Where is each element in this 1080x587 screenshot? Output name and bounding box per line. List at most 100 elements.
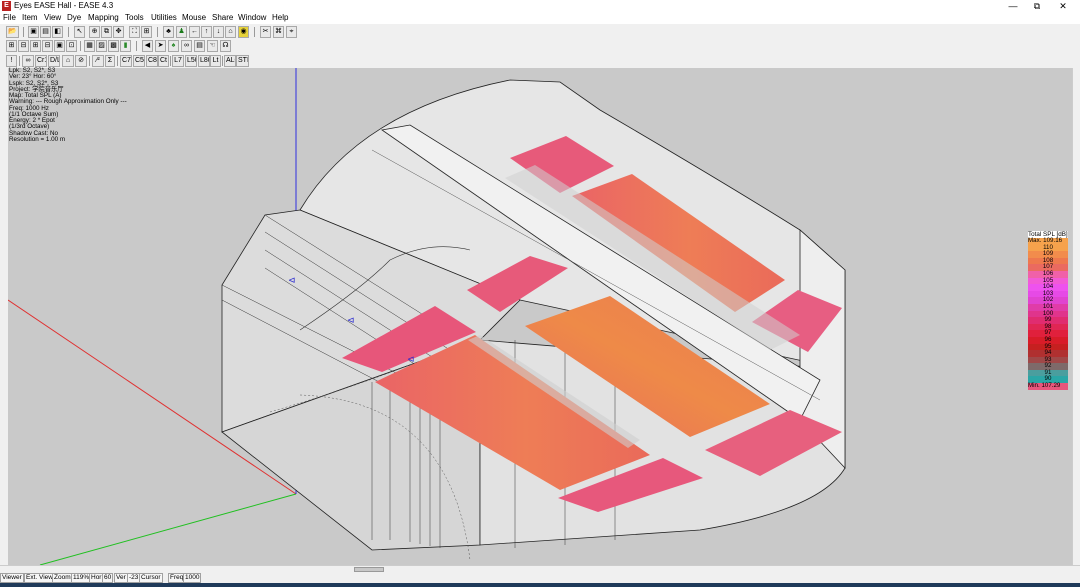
view-top-icon[interactable]: ⊞ (30, 40, 41, 52)
view-side-icon[interactable]: ⊟ (18, 40, 29, 52)
vertical-scrollbar[interactable] (1072, 68, 1080, 565)
pan-icon[interactable]: ⧉ (101, 26, 112, 38)
mapping-button-slope[interactable]: ∕² (92, 55, 104, 67)
pick-icon[interactable]: ⌖ (286, 26, 297, 38)
3d-viewport[interactable]: ⊲ ⊲ ⊲ (8, 68, 1072, 565)
grid-icon[interactable]: ⊞ (141, 26, 152, 38)
menu-utilities[interactable]: Utilities (151, 13, 177, 22)
photo-icon[interactable]: ▤ (194, 40, 205, 52)
view-camera-icon[interactable]: ▦ (84, 40, 95, 52)
speaker-marker[interactable]: ⊲ (347, 316, 355, 326)
arrow-icon[interactable]: ➤ (155, 40, 166, 52)
view-info-panel: Lpk: S2, S2*, S3 Ver: 23° Hor: 60° Lspk:… (9, 67, 127, 143)
menu-tools[interactable]: Tools (125, 13, 144, 22)
svg-text:⊲: ⊲ (407, 355, 415, 365)
menu-help[interactable]: Help (272, 13, 288, 22)
view-iso-icon[interactable]: ⊟ (42, 40, 53, 52)
mapping-button-c50[interactable]: C50 (133, 55, 145, 67)
menu-mouse[interactable]: Mouse (182, 13, 206, 22)
menu-dye[interactable]: Dye (67, 13, 81, 22)
plant-icon[interactable]: ♠ (168, 40, 179, 52)
copy-icon[interactable]: ◧ (52, 26, 63, 38)
arrow-up-icon[interactable]: ↑ (201, 26, 212, 38)
speaker-icon[interactable]: ◀ (142, 40, 153, 52)
minimize-button[interactable]: — (1000, 0, 1026, 12)
pointer-icon[interactable]: ↖ (74, 26, 85, 38)
mapping-button-link[interactable]: ∞ (22, 55, 34, 67)
menu-view[interactable]: View (44, 13, 61, 22)
horizontal-scrollbar[interactable] (0, 565, 1080, 573)
mapping-button-alc[interactable]: ALC (224, 55, 236, 67)
status-ext-view: Ext. View (24, 573, 55, 583)
svg-text:⊲: ⊲ (347, 316, 355, 326)
toolbar-separator (117, 56, 118, 66)
status-ver-label: Ver (114, 573, 128, 583)
speaker-marker[interactable]: ⊲ (288, 276, 296, 286)
toolbar-separator (157, 27, 158, 37)
legend-max-label: Max. (1028, 237, 1042, 244)
dye-icon[interactable]: ⌘ (273, 26, 284, 38)
legend-min-label: Min. (1028, 382, 1040, 390)
info-line: Resolution = 1.00 m (9, 135, 66, 143)
bar-icon[interactable]: ▮ (120, 40, 131, 52)
hall-model-drawing[interactable]: ⊲ ⊲ ⊲ (8, 68, 1072, 565)
walker-icon[interactable]: ♟ (176, 26, 187, 38)
view-box-icon[interactable]: ▣ (54, 40, 65, 52)
view-persp-icon[interactable]: ⊡ (66, 40, 77, 52)
menu-mapping[interactable]: Mapping (88, 13, 119, 22)
link-icon[interactable]: ∞ (181, 40, 192, 52)
mapping-button-l7[interactable]: L7 (172, 55, 184, 67)
shade-icon[interactable]: ▨ (96, 40, 107, 52)
render-icon[interactable]: ◉ (238, 26, 249, 38)
zoom-window-icon[interactable]: ✥ (113, 26, 124, 38)
toolbar-separator (23, 27, 24, 37)
mapping-button-ct[interactable]: Ct (158, 55, 169, 67)
mapping-button-dl[interactable]: D/L (48, 55, 60, 67)
hand-icon[interactable]: ☜ (207, 40, 218, 52)
horizontal-scroll-thumb[interactable] (354, 567, 384, 572)
arrow-left-icon[interactable]: ← (189, 26, 200, 38)
mapping-button-sti[interactable]: STI (236, 55, 249, 67)
restore-button[interactable]: ⧉ (1024, 0, 1050, 12)
toolbar-main: 📂 ▣ ▤ ◧ ↖ ⊕ ⧉ ✥ ⛶ ⊞ ♣ ♟ ← ↑ ↓ ⌂ ◉ ✂ ⌘ ⌖ (0, 25, 1080, 39)
close-button[interactable]: ✕ (1050, 0, 1076, 12)
mapping-button-l50[interactable]: L50 (185, 55, 197, 67)
mapping-button-lt[interactable]: Lt (210, 55, 221, 67)
mapping-button-no[interactable]: ⊘ (75, 55, 87, 67)
open-icon[interactable]: 📂 (6, 26, 19, 38)
scissors-icon[interactable]: ✂ (260, 26, 271, 38)
toolbar-separator (136, 41, 137, 51)
ear-icon[interactable]: ☊ (220, 40, 231, 52)
status-hor-value: 60 (102, 573, 114, 583)
menu-file[interactable]: File (3, 13, 16, 22)
house-icon[interactable]: ⌂ (225, 26, 236, 38)
menu-bar: File Item View Dye Mapping Tools Utiliti… (0, 12, 1080, 24)
toolbar-separator (68, 27, 69, 37)
zoom-fit-icon[interactable]: ⛶ (129, 26, 140, 38)
menu-share[interactable]: Share (212, 13, 233, 22)
print-icon[interactable]: ▤ (40, 26, 51, 38)
mapping-button-l80[interactable]: L80 (198, 55, 210, 67)
toolbar-separator (19, 56, 20, 66)
menu-item[interactable]: Item (22, 13, 38, 22)
toolbar-separator (89, 56, 90, 66)
status-freq-value: 1000 (183, 573, 202, 583)
speaker-marker[interactable]: ⊲ (407, 355, 415, 365)
mapping-button-c80[interactable]: C80 (146, 55, 158, 67)
toolbar-separator (222, 56, 223, 66)
mapping-button-sum[interactable]: Σ (105, 55, 115, 67)
window-title: Eyes EASE Hall - EASE 4.3 (14, 1, 114, 10)
status-zoom-label: Zoom (52, 573, 73, 583)
arrow-down-icon[interactable]: ↓ (213, 26, 224, 38)
mapping-button-house[interactable]: ⌂ (62, 55, 74, 67)
toolbar-mapping: ! ∞ Cr1 D/L ⌂ ⊘ ∕² Σ C7 C50 C80 Ct L7 L5… (0, 54, 1080, 68)
view-front-icon[interactable]: ⊞ (6, 40, 17, 52)
save-icon[interactable]: ▣ (28, 26, 39, 38)
mapping-button-alert[interactable]: ! (6, 55, 17, 67)
mapping-button-cr1[interactable]: Cr1 (35, 55, 47, 67)
wire-icon[interactable]: ▩ (108, 40, 119, 52)
menu-window[interactable]: Window (238, 13, 266, 22)
move-icon[interactable]: ⊕ (89, 26, 100, 38)
mapping-button-c7[interactable]: C7 (120, 55, 132, 67)
person-icon[interactable]: ♣ (163, 26, 174, 38)
